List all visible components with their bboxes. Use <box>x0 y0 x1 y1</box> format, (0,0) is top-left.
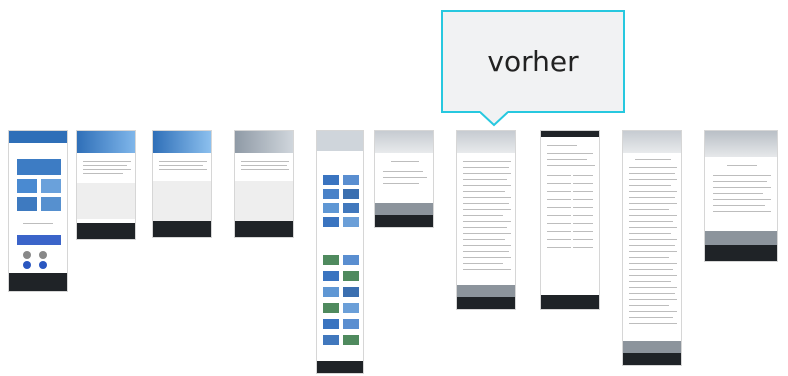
page-thumbnail-4[interactable] <box>234 130 294 238</box>
page-thumbnail-1[interactable] <box>8 130 68 292</box>
page-thumbnail-10[interactable] <box>704 130 778 262</box>
page-thumbnail-3[interactable] <box>152 130 212 238</box>
page-thumbnail-8[interactable] <box>540 130 600 310</box>
callout-pointer <box>480 111 508 127</box>
callout-label: vorher <box>487 45 579 78</box>
page-thumbnail-7[interactable] <box>456 130 516 310</box>
page-thumbnail-5[interactable] <box>316 130 364 374</box>
callout-bubble: vorher <box>441 10 625 113</box>
page-thumbnail-6[interactable] <box>374 130 434 228</box>
page-thumbnail-2[interactable] <box>76 130 136 240</box>
page-thumbnail-9[interactable] <box>622 130 682 366</box>
